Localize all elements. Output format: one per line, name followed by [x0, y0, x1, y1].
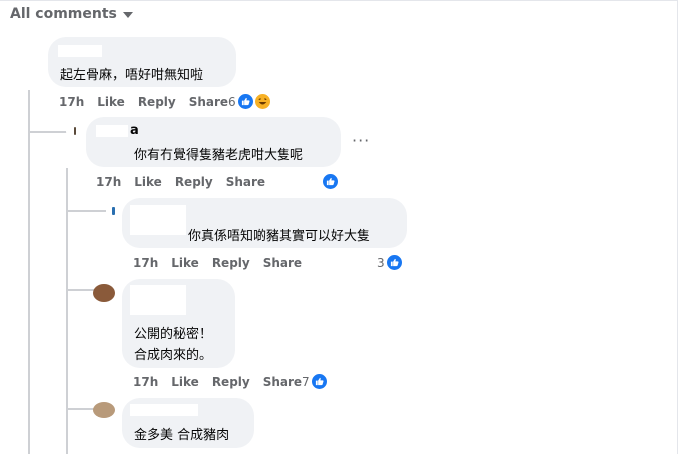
thread-branch-1: [28, 131, 68, 133]
comment-bubble: a 你有冇覺得隻豬老虎咁大隻呢: [86, 117, 341, 167]
haha-reaction-icon: [254, 93, 271, 110]
comment-time: 17h: [133, 375, 159, 389]
avatar[interactable]: [107, 204, 121, 218]
comment-bubble: 公開的秘密！ 合成肉來的。: [122, 279, 235, 368]
reply-button[interactable]: Reply: [138, 95, 176, 109]
reaction-count[interactable]: 3: [377, 256, 385, 270]
comment-bubble: 你真係唔知啲豬其實可以好大隻: [122, 198, 407, 248]
comment-text-line: 公開的秘密！: [134, 327, 213, 342]
redacted-name: [96, 125, 128, 137]
like-reaction-icon: [237, 93, 254, 110]
share-button[interactable]: Share: [263, 256, 302, 270]
reply-button[interactable]: Reply: [212, 256, 250, 270]
thread-branch-2: [66, 210, 106, 212]
redacted-name: [130, 404, 198, 416]
reply-button[interactable]: Reply: [212, 375, 250, 389]
caret-down-icon: [122, 12, 133, 18]
comment-text: 起左骨麻，唔好咁無知啦: [60, 68, 204, 83]
comment-actions: 17h Like Reply Share: [96, 175, 278, 189]
reaction-count[interactable]: 7: [302, 375, 310, 389]
comment-actions: 17h Like Reply Share: [59, 95, 241, 109]
comment-text: 你有冇覺得隻豬老虎咁大隻呢: [134, 148, 304, 163]
more-options-icon[interactable]: ···: [352, 131, 370, 150]
like-button[interactable]: Like: [171, 375, 199, 389]
comment-bubble: 起左骨麻，唔好咁無知啦: [48, 37, 236, 87]
redacted-name: [130, 285, 186, 315]
avatar[interactable]: [93, 284, 115, 302]
share-button[interactable]: Share: [226, 175, 265, 189]
like-reaction-icon: [311, 373, 328, 390]
like-button[interactable]: Like: [97, 95, 125, 109]
share-button[interactable]: Share: [189, 95, 228, 109]
comment-time: 17h: [59, 95, 85, 109]
filter-label: All comments: [10, 6, 117, 22]
comment-filter-dropdown[interactable]: All comments: [10, 6, 133, 22]
top-divider: [0, 0, 678, 1]
comment-text: 金多美 合成豬肉: [134, 428, 230, 443]
avatar[interactable]: [66, 124, 80, 138]
like-button[interactable]: Like: [134, 175, 162, 189]
comment-text: 你真係唔知啲豬其實可以好大隻: [188, 229, 371, 244]
comment-text-line: 合成肉來的。: [134, 348, 213, 363]
reply-button[interactable]: Reply: [175, 175, 213, 189]
thread-line-main: [28, 90, 30, 454]
redacted-name: [58, 45, 102, 57]
comment-bubble: 金多美 合成豬肉: [122, 398, 254, 448]
share-button[interactable]: Share: [263, 375, 302, 389]
redacted-name: [130, 205, 186, 235]
like-reaction-icon[interactable]: [322, 173, 339, 190]
reaction-count[interactable]: 6: [228, 95, 236, 109]
comment-time: 17h: [96, 175, 122, 189]
like-reaction-icon: [386, 254, 403, 271]
like-button[interactable]: Like: [171, 256, 199, 270]
author-name-fragment[interactable]: a: [130, 123, 139, 138]
comment-actions: 17h Like Reply Share: [133, 375, 315, 389]
comment-actions: 17h Like Reply Share: [133, 256, 315, 270]
avatar[interactable]: [93, 402, 115, 418]
comment-time: 17h: [133, 256, 159, 270]
